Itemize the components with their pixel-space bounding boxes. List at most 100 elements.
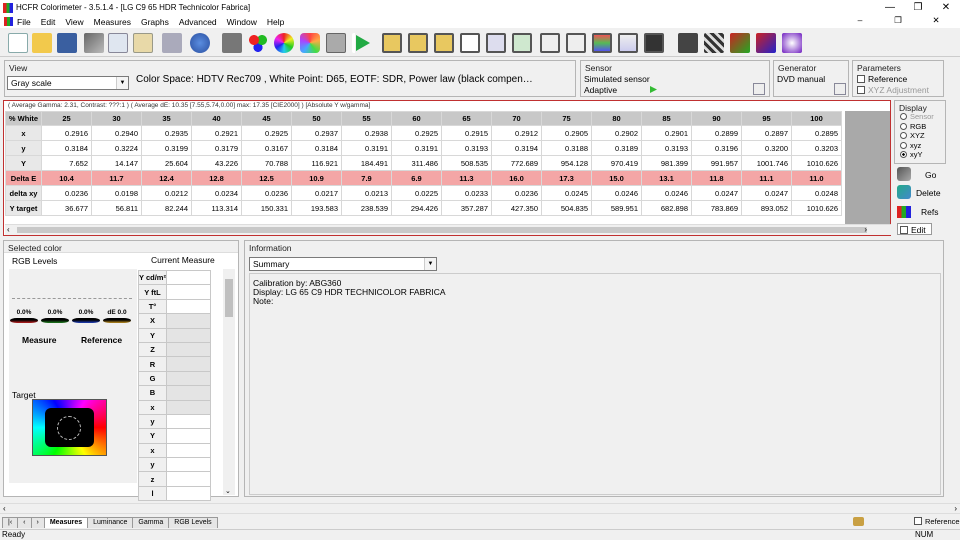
tab-gamma[interactable]: Gamma <box>132 517 170 528</box>
measure-value[interactable] <box>166 327 211 343</box>
grid-cell[interactable]: 17.3 <box>541 170 592 186</box>
grid-cell[interactable]: 0.0246 <box>641 185 692 201</box>
mdi-close-button[interactable]: ✕ <box>922 15 950 26</box>
measure-value[interactable] <box>166 385 211 401</box>
grid-cell[interactable]: 0.3167 <box>241 140 292 156</box>
display-icon[interactable] <box>644 33 664 53</box>
scroll-thumb[interactable] <box>225 279 233 317</box>
menu-view[interactable]: View <box>65 17 83 27</box>
mdi-minimize-button[interactable]: – <box>846 15 874 26</box>
grid-cell[interactable]: 0.0247 <box>691 185 742 201</box>
tab-prev-icon[interactable]: ‹ <box>17 517 32 528</box>
grid-cell[interactable]: 0.2899 <box>691 125 742 141</box>
play-icon[interactable] <box>649 85 658 94</box>
grid-cell[interactable]: 0.0236 <box>41 185 92 201</box>
grid-column-header[interactable]: 95 <box>741 111 792 126</box>
scroll-right-icon[interactable]: › <box>954 504 957 513</box>
grid-cell[interactable]: 0.0246 <box>591 185 642 201</box>
tab-rgb-levels[interactable]: RGB Levels <box>168 517 218 528</box>
grid-cell[interactable]: 0.0198 <box>91 185 142 201</box>
grid-cell[interactable]: 11.1 <box>741 170 792 186</box>
information-selector[interactable]: Summary ▼ <box>249 257 437 271</box>
radio-icon[interactable] <box>900 113 907 120</box>
saturation-view-icon[interactable] <box>512 33 532 53</box>
grid-cell[interactable]: 82.244 <box>141 200 192 216</box>
grid-cell[interactable]: 0.3193 <box>441 140 492 156</box>
grid-cell[interactable]: 11.8 <box>691 170 742 186</box>
grid-column-header[interactable]: 35 <box>141 111 192 126</box>
help-icon[interactable] <box>190 33 210 53</box>
grid-column-header[interactable]: 30 <box>91 111 142 126</box>
grid-column-header[interactable]: 85 <box>641 111 692 126</box>
save-icon[interactable] <box>57 33 77 53</box>
grid-cell[interactable]: 10.4 <box>41 170 92 186</box>
grid-cell[interactable]: 6.9 <box>391 170 442 186</box>
measure-value[interactable] <box>166 428 211 444</box>
grid-row-label[interactable]: x <box>5 125 42 141</box>
grid-cell[interactable]: 0.2915 <box>441 125 492 141</box>
grid-cell[interactable]: 0.3193 <box>641 140 692 156</box>
measure-value[interactable] <box>166 269 211 286</box>
grid-cell[interactable]: 7.652 <box>41 155 92 171</box>
grid-cell[interactable]: 508.535 <box>441 155 492 171</box>
grid-row-label[interactable]: Y target <box>5 200 42 216</box>
grid-cell[interactable]: 0.3191 <box>341 140 392 156</box>
chevron-down-icon[interactable]: ▼ <box>424 258 436 270</box>
grid-cell[interactable]: 14.147 <box>91 155 142 171</box>
grid-column-header[interactable]: 90 <box>691 111 742 126</box>
menu-advanced[interactable]: Advanced <box>179 17 217 27</box>
grid-cell[interactable]: 0.3200 <box>741 140 792 156</box>
grid-row-label[interactable]: delta xy <box>5 185 42 201</box>
grid-cell[interactable]: 12.8 <box>191 170 242 186</box>
luminance-view-icon[interactable] <box>408 33 428 53</box>
grid-cell[interactable]: 0.2912 <box>491 125 542 141</box>
edit-checkbox[interactable]: Edit <box>897 223 932 235</box>
grid-cell[interactable]: 0.0245 <box>541 185 592 201</box>
sensor-config-icon[interactable] <box>753 83 765 95</box>
grid-row-label[interactable]: Y <box>5 155 42 171</box>
grid-column-header[interactable]: 40 <box>191 111 242 126</box>
grid-cell[interactable]: 10.9 <box>291 170 342 186</box>
grid-column-header[interactable]: 25 <box>41 111 92 126</box>
grid-cell[interactable]: 0.3196 <box>691 140 742 156</box>
checkbox-icon[interactable] <box>914 517 922 525</box>
menu-file[interactable]: File <box>17 17 31 27</box>
cut-icon[interactable] <box>84 33 104 53</box>
grid-cell[interactable]: 504.835 <box>541 200 592 216</box>
grid-cell[interactable]: 70.788 <box>241 155 292 171</box>
grid-cell[interactable]: 1010.626 <box>791 155 842 171</box>
tab-measures[interactable]: Measures <box>43 517 89 528</box>
grid-cell[interactable]: 0.2897 <box>741 125 792 141</box>
grid-column-header[interactable]: 45 <box>241 111 292 126</box>
grid-cell[interactable]: 0.2937 <box>291 125 342 141</box>
measure-value[interactable] <box>166 341 211 358</box>
menu-help[interactable]: Help <box>267 17 284 27</box>
grayscale-view-icon[interactable] <box>382 33 402 53</box>
grid-cell[interactable]: 12.4 <box>141 170 192 186</box>
grid-column-header[interactable]: 65 <box>441 111 492 126</box>
grid-cell[interactable]: 783.869 <box>691 200 742 216</box>
scroll-down-icon[interactable]: ⌄ <box>225 487 231 495</box>
grid-cell[interactable]: 116.921 <box>291 155 342 171</box>
grid-cell[interactable]: 150.331 <box>241 200 292 216</box>
sensor-icon[interactable] <box>222 33 242 53</box>
grid-cell[interactable]: 427.350 <box>491 200 542 216</box>
measure-value[interactable] <box>166 313 211 329</box>
grid-header-label[interactable]: % White <box>5 111 42 126</box>
grid-cell[interactable]: 357.287 <box>441 200 492 216</box>
grid-cell[interactable]: 893.052 <box>741 200 792 216</box>
grid-cell[interactable]: 0.2901 <box>641 125 692 141</box>
grid-cell[interactable]: 1001.746 <box>741 155 792 171</box>
grid-cell[interactable]: 184.491 <box>341 155 392 171</box>
color-checker-icon[interactable] <box>300 33 320 53</box>
grid-cell[interactable]: 0.2935 <box>141 125 192 141</box>
grid-cell[interactable]: 311.486 <box>391 155 442 171</box>
grid-cell[interactable]: 238.539 <box>341 200 392 216</box>
measure-value[interactable] <box>166 298 211 315</box>
paste-icon[interactable] <box>133 33 153 53</box>
copy-icon[interactable] <box>108 33 128 53</box>
grid-cell[interactable]: 0.3194 <box>491 140 542 156</box>
measure-value[interactable] <box>166 284 211 300</box>
grid-cell[interactable]: 7.9 <box>341 170 392 186</box>
measures-view-icon[interactable] <box>566 33 586 53</box>
